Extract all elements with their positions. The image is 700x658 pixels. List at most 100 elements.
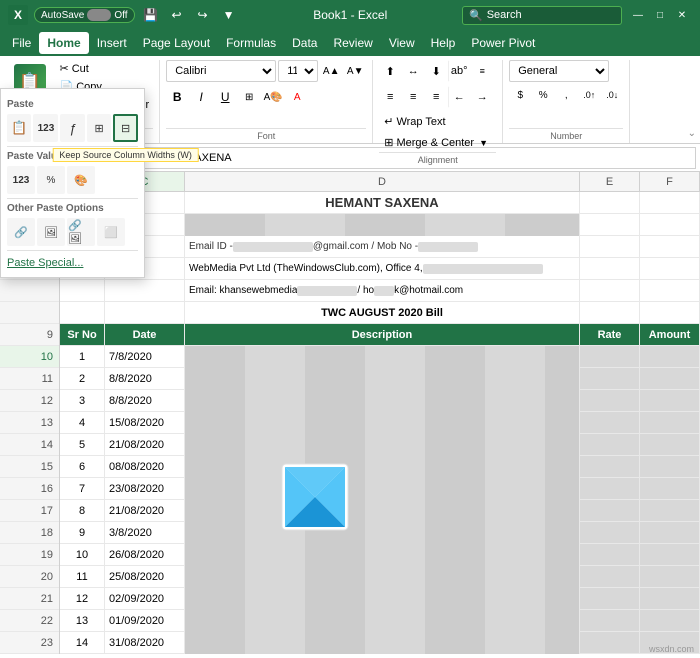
font-name-selector[interactable]: Calibri [166, 60, 276, 82]
cell-date[interactable]: 25/08/2020 [105, 566, 185, 587]
cell-rate[interactable] [580, 412, 640, 433]
bold-button[interactable]: B [166, 86, 188, 108]
indent-decrease-button[interactable]: ← [448, 86, 470, 108]
menu-formulas[interactable]: Formulas [218, 32, 284, 54]
cell-desc[interactable] [185, 434, 580, 456]
angle-text-button[interactable]: ab° [448, 60, 470, 82]
cell-rate[interactable] [580, 566, 640, 587]
cell-amount[interactable] [640, 434, 700, 455]
cell-amount[interactable] [640, 390, 700, 411]
cell-desc[interactable] [185, 368, 580, 390]
cell-blank[interactable] [60, 302, 105, 323]
cell-desc[interactable] [185, 588, 580, 610]
cell-blank[interactable] [105, 302, 185, 323]
cell-rate[interactable] [580, 478, 640, 499]
menu-home[interactable]: Home [39, 32, 88, 54]
cell-blurred[interactable] [185, 214, 580, 236]
paste-link-picture-option[interactable]: 🔗🖼 [67, 218, 95, 246]
cell-twc-bill[interactable]: TWC AUGUST 2020 Bill [185, 302, 580, 323]
merge-dropdown-arrow[interactable]: ▼ [479, 138, 488, 148]
cell-srno-1[interactable]: 1 [60, 346, 105, 367]
cell-rate[interactable] [580, 390, 640, 411]
cell-desc[interactable] [185, 500, 580, 522]
menu-review[interactable]: Review [325, 32, 380, 54]
cell-rate[interactable] [580, 632, 640, 653]
fill-color-button[interactable]: A🎨 [262, 86, 284, 108]
paste-option-values[interactable]: 123 [33, 114, 58, 142]
decrease-decimal-button[interactable]: .0↓ [601, 84, 623, 106]
cell-rate[interactable] [580, 610, 640, 631]
cell-date[interactable]: 31/08/2020 [105, 632, 185, 653]
cell-desc[interactable] [185, 632, 580, 654]
cell-rate[interactable] [580, 456, 640, 477]
cell-amount[interactable] [640, 566, 700, 587]
cell-blank[interactable] [640, 236, 700, 257]
paste-link-option[interactable]: 🔗 [7, 218, 35, 246]
cell-srno[interactable]: 7 [60, 478, 105, 499]
align-right-button[interactable]: ≡ [425, 86, 447, 108]
cell-email2[interactable]: Email: khansewebmedia / hok@hotmail.com [185, 280, 580, 301]
cell-srno[interactable]: 4 [60, 412, 105, 433]
ribbon-expander[interactable]: ⌄ [688, 128, 696, 139]
minimize-button[interactable]: — [628, 5, 648, 25]
cell-srno[interactable]: 3 [60, 390, 105, 411]
align-left-button[interactable]: ≡ [379, 86, 401, 108]
cell-blank[interactable] [640, 302, 700, 323]
col-header-srno[interactable]: Sr No [60, 324, 105, 345]
align-center-button[interactable]: ≡ [402, 86, 424, 108]
cell-srno[interactable]: 9 [60, 522, 105, 543]
cell-srno[interactable]: 14 [60, 632, 105, 653]
menu-file[interactable]: File [4, 32, 39, 54]
cell-date[interactable]: 15/08/2020 [105, 412, 185, 433]
merge-center-button[interactable]: ⊞ Merge & Center ▼ [379, 133, 493, 152]
cell-blank[interactable] [580, 258, 640, 279]
cell-srno[interactable]: 5 [60, 434, 105, 455]
cell-company[interactable]: WebMedia Pvt Ltd (TheWindowsClub.com), O… [185, 258, 580, 279]
save-button[interactable]: 💾 [141, 5, 161, 25]
cell-date[interactable]: 26/08/2020 [105, 544, 185, 565]
cell-amount-1[interactable] [640, 346, 700, 367]
cell-amount[interactable] [640, 610, 700, 631]
cell-srno[interactable]: 12 [60, 588, 105, 609]
cell-date[interactable]: 01/09/2020 [105, 610, 185, 631]
cell-srno[interactable]: 13 [60, 610, 105, 631]
cell-blank[interactable] [580, 302, 640, 323]
cell-rate-1[interactable] [580, 346, 640, 367]
cell-amount[interactable] [640, 478, 700, 499]
cell-srno[interactable]: 11 [60, 566, 105, 587]
paste-special-link[interactable]: Paste Special... [7, 255, 138, 271]
menu-view[interactable]: View [381, 32, 423, 54]
paste-option-transpose[interactable]: ⊞ [87, 114, 111, 142]
paste-border-none-option[interactable]: ⬜ [97, 218, 125, 246]
cell-srno[interactable]: 8 [60, 500, 105, 521]
cell-rate[interactable] [580, 500, 640, 521]
cell-rate[interactable] [580, 588, 640, 609]
cell-email[interactable]: Email ID - @gmail.com / Mob No - [185, 236, 580, 257]
cell-blank[interactable] [580, 280, 640, 301]
cell-desc[interactable] [185, 478, 580, 500]
cell-desc[interactable] [185, 412, 580, 434]
cell-desc[interactable] [185, 390, 580, 412]
cell-amount[interactable] [640, 456, 700, 477]
cell-date-1[interactable]: 7/8/2020 [105, 346, 185, 367]
align-middle-button[interactable]: ↔ [402, 60, 424, 82]
cell-amount[interactable] [640, 192, 700, 213]
cell-amount[interactable] [640, 500, 700, 521]
cell-date[interactable]: 23/08/2020 [105, 478, 185, 499]
number-format-selector[interactable]: General [509, 60, 609, 82]
cell-rate[interactable] [580, 368, 640, 389]
border-button[interactable]: ⊞ [238, 86, 260, 108]
align-bottom-button[interactable]: ⬇ [425, 60, 447, 82]
cell-desc[interactable] [185, 456, 580, 478]
cell-rate[interactable] [580, 544, 640, 565]
cell-date[interactable]: 21/08/2020 [105, 500, 185, 521]
cell-srno[interactable]: 2 [60, 368, 105, 389]
cell-amount[interactable] [640, 522, 700, 543]
cell-blank[interactable] [640, 258, 700, 279]
increase-font-button[interactable]: A▲ [320, 60, 342, 82]
maximize-button[interactable]: □ [650, 5, 670, 25]
cell-blank[interactable] [580, 214, 640, 235]
cell-rate[interactable] [580, 192, 640, 213]
menu-help[interactable]: Help [423, 32, 464, 54]
paste-option-paste[interactable]: 📋 [7, 114, 31, 142]
